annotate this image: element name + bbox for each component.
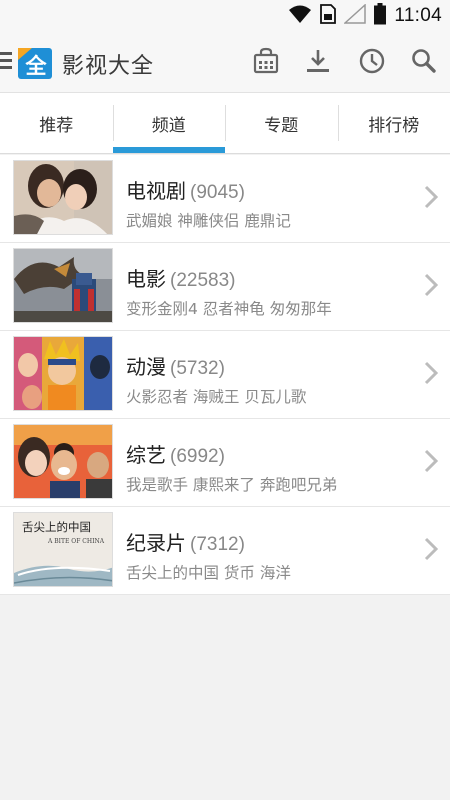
channel-row-documentary[interactable]: 舌尖上的中国 A BITE OF CHINA 纪录片 (7312) 舌尖上的中国 …	[0, 507, 450, 595]
tv-thumbnail	[13, 160, 113, 235]
channel-subtitle: 舌尖上的中国 货币 海洋	[126, 564, 291, 582]
channel-count: (7312)	[190, 534, 245, 555]
documentary-en-text: A BITE OF CHINA	[47, 538, 105, 545]
battery-icon	[374, 3, 387, 29]
tab-recommend[interactable]: 推荐	[0, 93, 113, 153]
documentary-title-text: 舌尖上的中国	[22, 520, 91, 534]
status-time: 11:04	[394, 5, 442, 26]
channel-subtitle: 我是歌手 康熙来了 奔跑吧兄弟	[126, 476, 338, 494]
channel-subtitle: 火影忍者 海贼王 贝瓦儿歌	[126, 388, 307, 406]
menu-icon[interactable]	[0, 52, 14, 72]
channel-title: 动漫 (5732)	[126, 351, 225, 380]
download-icon[interactable]	[303, 46, 333, 76]
channel-title: 电视剧 (9045)	[126, 175, 245, 204]
tab-ranking[interactable]: 排行榜	[337, 93, 450, 153]
chevron-right-icon	[424, 537, 439, 561]
store-icon[interactable]	[251, 46, 281, 76]
chevron-right-icon	[424, 273, 439, 297]
status-icons: 11:04	[288, 3, 442, 29]
channel-name: 动漫	[126, 355, 166, 379]
channel-title: 综艺 (6992)	[126, 439, 225, 468]
wifi-icon	[288, 4, 312, 28]
movie-thumbnail	[13, 248, 113, 323]
anime-thumbnail	[13, 336, 113, 411]
chevron-right-icon	[424, 185, 439, 209]
documentary-thumbnail: 舌尖上的中国 A BITE OF CHINA	[13, 512, 113, 587]
logo-text: 全	[25, 54, 48, 78]
app-title: 影视大全	[62, 54, 155, 79]
sim-icon	[320, 4, 337, 28]
channel-row-movie[interactable]: 电影 (22583) 变形金刚4 忍者神龟 匆匆那年	[0, 243, 450, 331]
chevron-right-icon	[424, 449, 439, 473]
channel-subtitle: 变形金刚4 忍者神龟 匆匆那年	[126, 300, 332, 318]
channel-count: (9045)	[190, 182, 245, 203]
channel-subtitle: 武媚娘 神雕侠侣 鹿鼎记	[126, 212, 291, 230]
channel-row-variety[interactable]: 综艺 (6992) 我是歌手 康熙来了 奔跑吧兄弟	[0, 419, 450, 507]
search-icon[interactable]	[409, 46, 439, 76]
app-bar: 全 影视大全	[0, 32, 450, 92]
status-bar: 11:04	[0, 0, 450, 32]
tab-topics[interactable]: 专题	[225, 93, 338, 153]
app-logo[interactable]: 全	[16, 44, 54, 80]
channel-title: 纪录片 (7312)	[126, 527, 245, 556]
channel-count: (6992)	[170, 446, 225, 467]
channel-count: (5732)	[170, 358, 225, 379]
history-icon[interactable]	[357, 46, 387, 76]
channel-name: 电影	[126, 267, 166, 291]
channel-name: 综艺	[126, 443, 166, 467]
tab-bar: 推荐 频道 专题 排行榜	[0, 92, 450, 154]
variety-thumbnail	[13, 424, 113, 499]
channel-row-tv[interactable]: 电视剧 (9045) 武媚娘 神雕侠侣 鹿鼎记	[0, 155, 450, 243]
channel-title: 电影 (22583)	[126, 263, 236, 292]
chevron-right-icon	[424, 361, 439, 385]
channel-name: 纪录片	[126, 531, 186, 555]
channel-row-anime[interactable]: 动漫 (5732) 火影忍者 海贼王 贝瓦儿歌	[0, 331, 450, 419]
channel-list: 电视剧(9045) 武媚娘 神雕侠侣 鹿鼎记 电影(22583) 变形金刚4	[0, 155, 450, 595]
channel-name: 电视剧	[126, 179, 186, 203]
tab-channel[interactable]: 频道	[112, 93, 226, 153]
signal-icon	[343, 3, 367, 28]
channel-count: (22583)	[170, 270, 236, 291]
